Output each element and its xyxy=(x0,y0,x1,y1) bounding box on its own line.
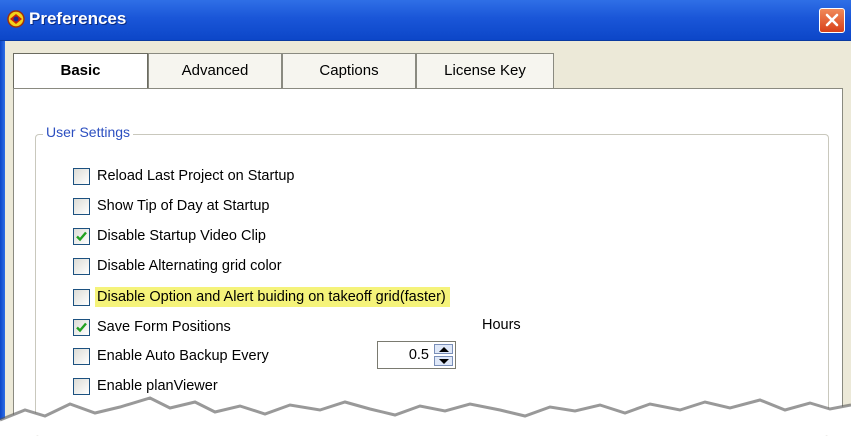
tab-license-key[interactable]: License Key xyxy=(416,53,554,88)
option-checkbox[interactable] xyxy=(73,347,90,365)
option-row[interactable]: Reload Last Project on Startup xyxy=(73,166,294,186)
window-title: Preferences xyxy=(29,9,127,28)
backup-interval-spinner[interactable]: 0.5 xyxy=(377,341,456,369)
option-checkbox[interactable] xyxy=(73,257,90,275)
option-label[interactable]: Save Form Positions xyxy=(97,319,231,335)
option-checkbox[interactable] xyxy=(73,197,90,215)
group-label: User Settings xyxy=(43,124,134,140)
spin-up-button[interactable] xyxy=(434,344,453,354)
spin-down-button[interactable] xyxy=(434,356,453,366)
option-label[interactable]: Show Tip of Day at Startup xyxy=(97,198,269,214)
option-label[interactable]: Enable Auto Backup Every xyxy=(97,348,269,364)
tab-basic[interactable]: Basic xyxy=(13,53,148,90)
option-row[interactable]: Show Tip of Day at Startup xyxy=(73,196,269,216)
option-row[interactable]: Disable Alternating grid color xyxy=(73,256,282,276)
option-row[interactable]: Disable Option and Alert buiding on take… xyxy=(73,287,450,307)
arrow-down-icon xyxy=(439,359,449,364)
option-checkbox[interactable] xyxy=(73,167,90,185)
option-label[interactable]: Disable Startup Video Clip xyxy=(97,228,266,244)
option-checkbox[interactable] xyxy=(73,318,90,336)
checkmark-icon xyxy=(76,231,87,241)
option-row[interactable]: Disable Startup Video Clip xyxy=(73,226,266,246)
tab-advanced[interactable]: Advanced xyxy=(148,53,282,88)
backup-interval-value[interactable]: 0.5 xyxy=(409,347,429,363)
window-frame xyxy=(0,41,5,435)
tab-captions[interactable]: Captions xyxy=(282,53,416,88)
option-checkbox[interactable] xyxy=(73,227,90,245)
close-icon xyxy=(825,13,839,27)
option-label[interactable]: Disable Alternating grid color xyxy=(97,258,282,274)
option-checkbox[interactable] xyxy=(73,288,90,306)
option-label[interactable]: Reload Last Project on Startup xyxy=(97,168,294,184)
option-label[interactable]: Disable Option and Alert buiding on take… xyxy=(95,287,450,307)
close-button[interactable] xyxy=(819,8,845,33)
hours-label: Hours xyxy=(482,317,521,333)
option-row[interactable]: Enable Auto Backup Every xyxy=(73,346,269,366)
option-row[interactable]: Save Form Positions xyxy=(73,317,231,337)
arrow-up-icon xyxy=(439,347,449,352)
app-logo-icon xyxy=(7,10,25,28)
title-bar[interactable]: Preferences xyxy=(0,0,851,41)
torn-edge xyxy=(0,396,851,435)
checkmark-icon xyxy=(76,322,87,332)
preferences-dialog: Preferences Basic Advanced Captions Lice… xyxy=(0,0,851,436)
